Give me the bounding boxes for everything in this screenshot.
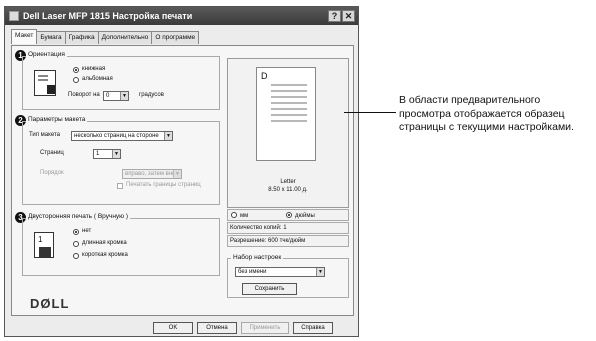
pages-per-side-label: Страниц — [40, 150, 64, 156]
units-inch-radio[interactable] — [286, 212, 292, 218]
print-borders-label: Печатать границы страниц — [126, 182, 201, 188]
paper-size: 8.50 x 11.00 д. — [268, 187, 308, 193]
duplex-page-icon: 1 — [34, 232, 54, 258]
duplex-title: Двусторонняя печать ( Вручную ) — [26, 213, 131, 220]
landscape-label: альбомная — [82, 76, 113, 82]
portrait-radio[interactable] — [73, 67, 79, 73]
rotate-select[interactable]: 0 ▼ — [103, 91, 129, 101]
duplex-none-radio[interactable] — [73, 229, 79, 235]
copies-info: Количество копий: 1 — [227, 222, 349, 234]
layout-options-title: Параметры макета — [26, 116, 88, 123]
duplex-long-edge-label: длинная кромка — [82, 240, 127, 246]
presets-value: без имени — [238, 269, 267, 275]
chevron-down-icon: ▼ — [112, 150, 120, 158]
units-mm-label: мм — [240, 213, 249, 219]
printer-settings-window: Dell Laser MFP 1815 Настройка печати ? ✕… — [4, 6, 359, 337]
layout-type-label: Тип макета — [29, 132, 60, 138]
tab-layout[interactable]: Макет — [11, 29, 38, 44]
print-borders-checkbox[interactable] — [117, 183, 123, 189]
paper-name: Letter — [280, 179, 296, 185]
landscape-radio[interactable] — [73, 77, 79, 83]
layout-type-value: несколько страниц на стороне — [74, 133, 159, 139]
orientation-title: Ориентация — [26, 51, 67, 58]
tab-bar: Макет Бумага Графика Дополнительно О про… — [11, 29, 200, 45]
preview-page-letter: D — [261, 71, 268, 81]
chevron-down-icon: ▼ — [164, 132, 172, 140]
pages-per-side-select[interactable]: 1 ▼ — [93, 149, 121, 159]
portrait-page-icon — [34, 70, 56, 96]
page-order-label: Порядок — [40, 170, 64, 176]
help-title-button[interactable]: ? — [328, 10, 341, 22]
portrait-label: книжная — [82, 66, 106, 72]
chevron-down-icon: ▼ — [173, 170, 181, 178]
tab-about[interactable]: О программе — [151, 31, 200, 44]
page-order-select[interactable]: вправо, затем вниз ▼ — [122, 169, 182, 179]
duplex-none-label: нет — [82, 228, 92, 234]
tab-paper[interactable]: Бумага — [36, 31, 66, 44]
preview-callout-text: В области предварительного просмотра ото… — [399, 94, 574, 133]
degrees-label: градусов — [139, 92, 164, 98]
tab-graphics[interactable]: Графика — [64, 31, 99, 44]
preview-page: D — [256, 67, 316, 161]
layout-tab-pane: 1 Ориентация книжная альбомная Поворот н… — [11, 45, 354, 316]
pages-per-side-value: 1 — [96, 151, 100, 157]
units-row: мм дюймы — [227, 209, 349, 221]
window-title: Dell Laser MFP 1815 Настройка печати — [23, 11, 193, 21]
presets-select[interactable]: без имени ▼ — [235, 267, 325, 277]
tab-advanced[interactable]: Дополнительно — [97, 31, 153, 44]
chevron-down-icon: ▼ — [316, 268, 324, 276]
resolution-info: Разрешение: 600 тчк/дюйм — [227, 235, 349, 247]
presets-title: Набор настроек — [231, 254, 284, 261]
duplex-short-edge-label: короткая кромка — [82, 252, 128, 258]
title-bar: Dell Laser MFP 1815 Настройка печати ? ✕ — [5, 7, 358, 25]
rotate-value: 0 — [106, 93, 110, 99]
save-preset-button[interactable]: Сохранить — [242, 283, 297, 295]
apply-button[interactable]: Применить — [241, 322, 289, 334]
dell-logo: DØLL — [30, 296, 70, 311]
layout-type-select[interactable]: несколько страниц на стороне ▼ — [71, 131, 173, 141]
page-order-value: вправо, затем вниз — [125, 171, 179, 177]
duplex-short-edge-radio[interactable] — [73, 253, 79, 259]
printer-icon — [9, 11, 19, 21]
cancel-button[interactable]: Отмена — [197, 322, 237, 334]
chevron-down-icon: ▼ — [120, 92, 128, 100]
help-button[interactable]: Справка — [293, 322, 333, 334]
duplex-long-edge-radio[interactable] — [73, 241, 79, 247]
close-button[interactable]: ✕ — [342, 10, 355, 22]
units-inch-label: дюймы — [295, 213, 315, 219]
units-mm-radio[interactable] — [231, 212, 237, 218]
ok-button[interactable]: OK — [153, 322, 193, 334]
callout-leader-line — [344, 112, 396, 113]
rotate-label: Поворот на — [68, 92, 100, 98]
page-preview-area: D Letter 8.50 x 11.00 д. — [227, 58, 349, 208]
